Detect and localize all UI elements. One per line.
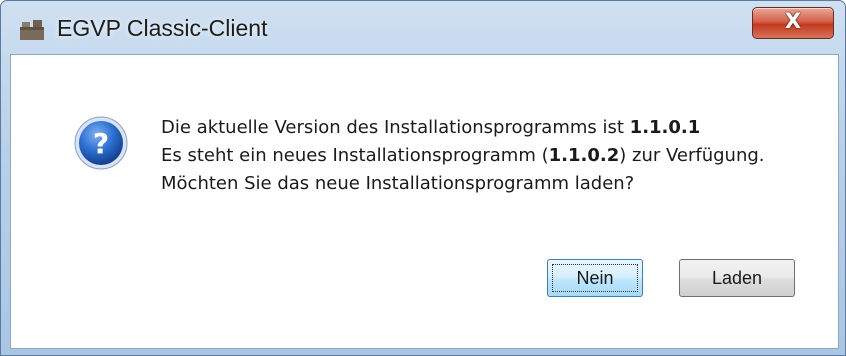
laden-button[interactable]: Laden	[679, 259, 795, 297]
title-bar[interactable]: EGVP Classic-Client X	[1, 1, 845, 51]
dialog-window: EGVP Classic-Client X ? Die aktuelle Ver…	[0, 0, 846, 356]
new-version: 1.1.0.2	[548, 145, 620, 166]
message-text: Die aktuelle Version des Installationspr…	[161, 114, 765, 198]
message-line-3: Möchten Sie das neue Installationsprogra…	[161, 173, 635, 194]
dialog-content: ? Die aktuelle Version des Installations…	[10, 54, 839, 349]
focus-indicator	[552, 264, 638, 292]
current-version: 1.1.0.1	[629, 117, 701, 138]
nein-button[interactable]: Nein	[547, 259, 643, 297]
message-line-2: Es steht ein neues Installationsprogramm…	[161, 145, 765, 166]
close-icon: X	[784, 9, 802, 33]
close-button[interactable]: X	[752, 7, 834, 39]
svg-text:?: ?	[93, 127, 109, 160]
message-line-1: Die aktuelle Version des Installationspr…	[161, 117, 701, 138]
laden-label: Laden	[711, 268, 763, 288]
app-icon	[20, 20, 44, 40]
question-icon: ?	[74, 116, 128, 170]
window-title: EGVP Classic-Client	[57, 15, 268, 41]
